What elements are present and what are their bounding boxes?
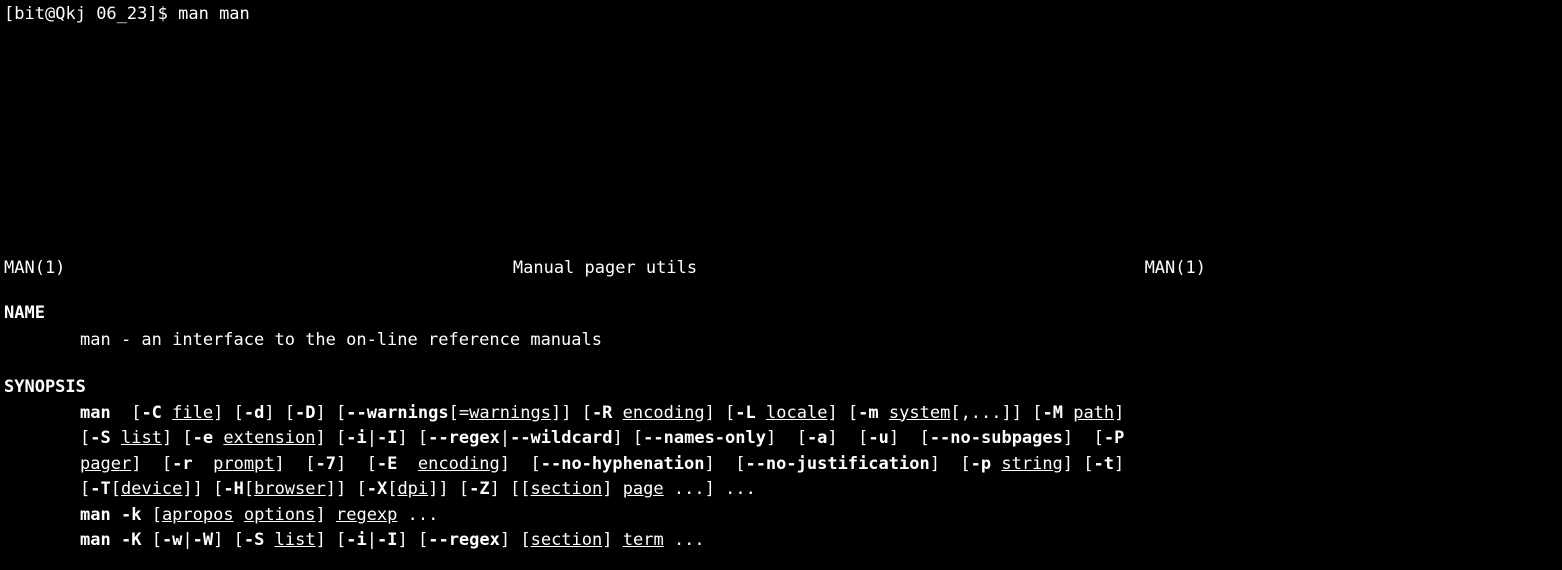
synopsis-line-5: man -k [apropos options] regexp ... — [80, 503, 1210, 529]
prompt-close-bracket: ] — [147, 4, 157, 24]
prompt-at: @ — [45, 4, 55, 24]
typed-command: man man — [178, 4, 250, 24]
synopsis-line-4: [-T[device]] [-H[browser]] [-X[dpi]] [-Z… — [80, 477, 1210, 503]
manpage-header: MAN(1) Manual pager utils MAN(1) — [0, 256, 1210, 282]
shell-prompt-line[interactable]: [bit@Qkj 06_23]$ man man — [0, 2, 1562, 28]
synopsis-line-3: pager] [-r prompt] [-7] [-E encoding] [-… — [80, 452, 1210, 478]
synopsis-line-6: man -K [-w|-W] [-S list] [-i|-I] [--rege… — [80, 528, 1210, 554]
section-synopsis-heading: SYNOPSIS — [0, 375, 1562, 401]
section-name-heading: NAME — [0, 301, 1562, 327]
name-description: man - an interface to the on-line refere… — [0, 328, 1562, 354]
blank-area — [0, 28, 1562, 256]
header-right: MAN(1) — [1145, 256, 1206, 282]
header-left: MAN(1) — [4, 256, 65, 282]
prompt-cwd: 06_23 — [96, 4, 147, 24]
prompt-user: bit — [14, 4, 45, 24]
header-center: Manual pager utils — [513, 256, 697, 282]
prompt-open-bracket: [ — [4, 4, 14, 24]
synopsis-line-1: man [-C file] [-d] [-D] [--warnings[=war… — [80, 401, 1210, 427]
prompt-host: Qkj — [55, 4, 86, 24]
prompt-symbol: $ — [158, 4, 168, 24]
synopsis-line-2: [-S list] [-e extension] [-i|-I] [--rege… — [80, 426, 1210, 452]
synopsis-block[interactable]: man [-C file] [-d] [-D] [--warnings[=war… — [0, 401, 1210, 554]
